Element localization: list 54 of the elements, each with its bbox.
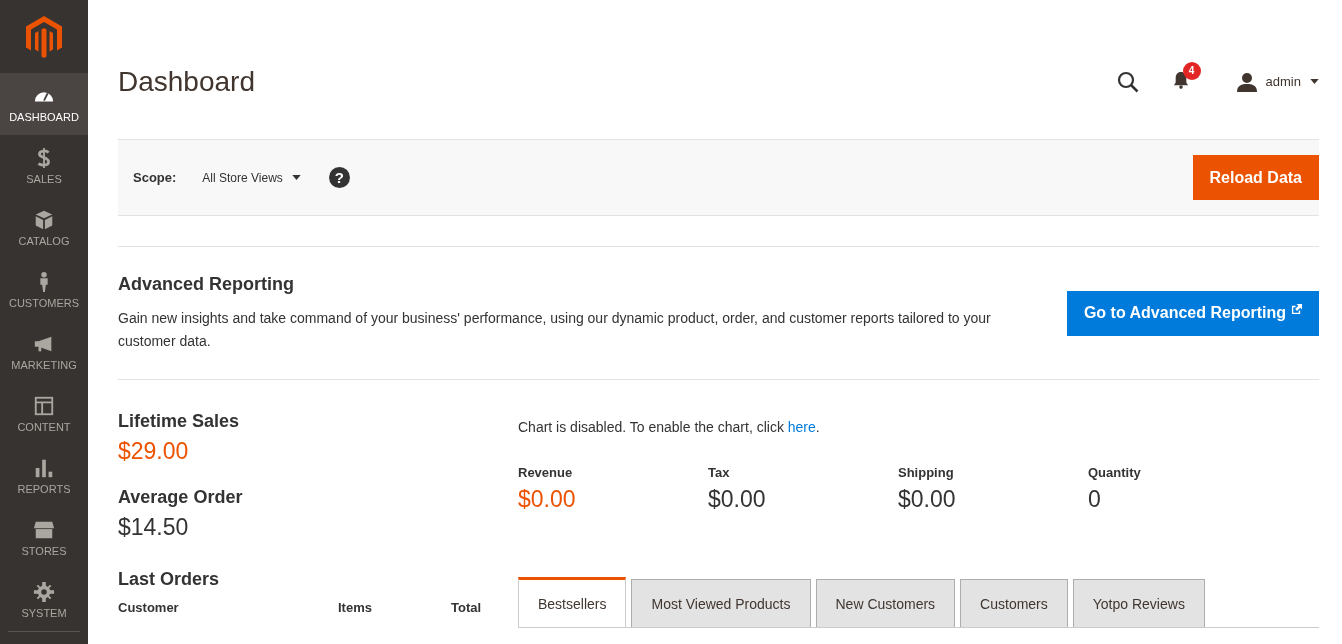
sidebar-item[interactable]: CUSTOMERS [0,259,88,321]
column-header: Total [451,600,482,615]
tab[interactable]: Most Viewed Products [631,579,811,627]
layout-icon [33,395,55,417]
bar-chart-icon [33,457,55,479]
storefront-icon [33,519,55,541]
sidebar-item[interactable]: STORES [0,507,88,569]
sidebar-item[interactable]: CONTENT [0,383,88,445]
summary-value: $14.50 [118,514,190,541]
last-orders-title: Last Orders [118,569,221,590]
total-label: Revenue [518,465,574,480]
sidebar-item[interactable]: DASHBOARD [0,73,88,135]
help-button[interactable]: ? [328,167,350,188]
total-label: Tax [708,465,731,480]
reload-data-button[interactable]: Reload Data [1192,155,1319,200]
tab[interactable]: Customers [960,579,1068,627]
summary-label: Average Order [118,487,244,508]
notification-count: 4 [1182,61,1201,80]
advanced-reporting-button[interactable]: Go to Advanced Reporting [1066,290,1319,336]
tab[interactable]: New Customers [815,579,956,627]
tab[interactable]: Yotpo Reviews [1072,579,1205,627]
scope-dropdown[interactable]: All Store Views [202,170,301,185]
box-icon [33,209,55,231]
column-header: Items [338,600,373,615]
user-icon [1236,71,1257,92]
sidebar-item[interactable]: SALES [0,135,88,197]
sidebar-item[interactable]: SYSTEM [0,569,88,631]
total-value: $0.00 [898,486,957,513]
total-value: $0.00 [708,486,767,513]
bell-icon[interactable] [1172,70,1189,89]
summary-value: $29.00 [118,438,190,465]
sidebar-item[interactable]: MARKETING [0,321,88,383]
caret-icon [291,175,301,180]
section-title: Advanced Reporting [118,273,296,295]
column-header: Customer [118,600,180,615]
total-value: 0 [1088,486,1102,513]
caret-icon [1310,79,1319,84]
summary-label: Lifetime Sales [118,411,241,432]
total-label: Shipping [898,465,955,480]
total-value: $0.00 [518,486,577,513]
enable-chart-link[interactable]: here [787,419,816,435]
logo-icon[interactable] [26,15,62,58]
gear-icon [33,581,55,603]
external-link-icon [1291,303,1302,315]
total-label: Quantity [1088,465,1142,480]
search-icon[interactable] [1116,70,1139,93]
sidebar-item[interactable]: CATALOG [0,197,88,259]
sidebar-item[interactable]: REPORTS [0,445,88,507]
user-menu[interactable]: admin [1236,71,1319,92]
description-text: Gain new insights and take command of your business' performance, using our dynamic product, order, and customer reports tailored to your customer data. [118,308,992,351]
scope-label: Scope: [133,170,177,185]
page-title: Dashboard [118,65,255,98]
chart-disabled-text: Chart is disabled. To enable the chart, click here. [518,419,821,435]
tab[interactable]: Bestsellers [518,577,627,627]
